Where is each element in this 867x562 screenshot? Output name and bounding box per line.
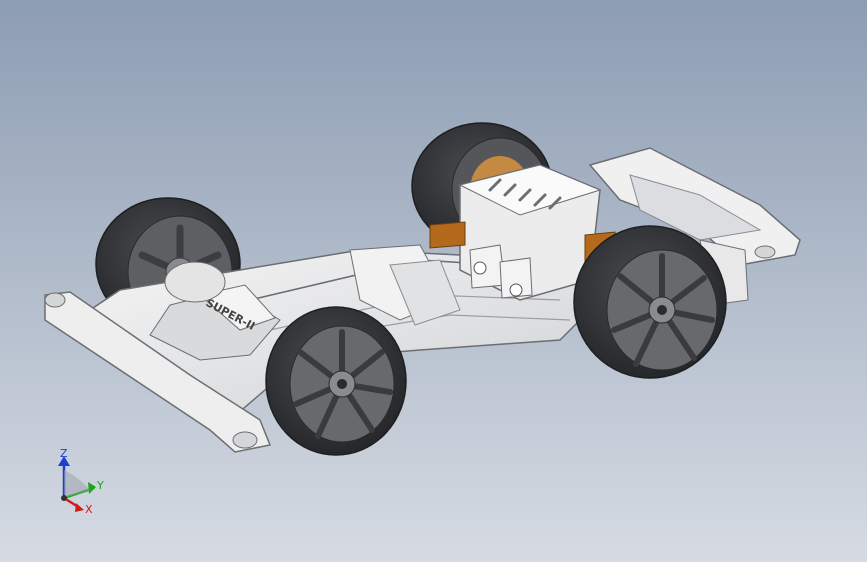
y-axis-label: Y xyxy=(96,479,104,492)
z-axis-label: Z xyxy=(60,447,68,460)
rear-right-wheel[interactable] xyxy=(573,225,727,379)
model-canvas[interactable]: SUPER-II Z Y X xyxy=(0,0,867,562)
front-right-wheel[interactable] xyxy=(265,306,407,456)
x-axis-label: X xyxy=(85,503,93,516)
graphics-viewport[interactable]: SUPER-II Z Y X xyxy=(0,0,867,562)
triad-origin xyxy=(61,495,67,501)
